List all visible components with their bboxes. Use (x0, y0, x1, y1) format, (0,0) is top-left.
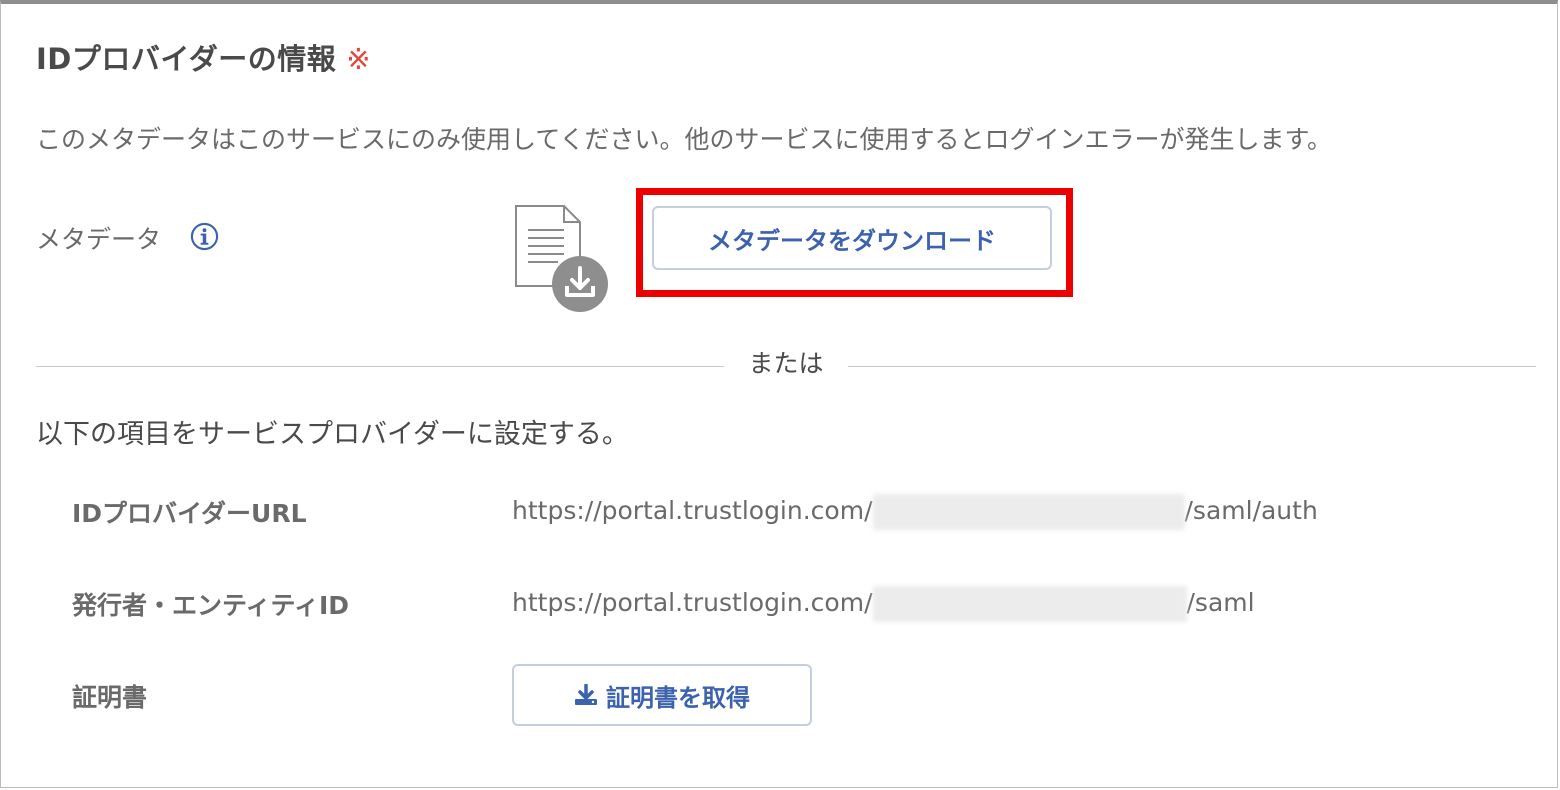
entity-id-label: 発行者・エンティティID (72, 591, 350, 620)
instructions-text: 以下の項目をサービスプロバイダーに設定する。 (36, 419, 629, 450)
or-separator: または (748, 349, 824, 378)
download-metadata-button[interactable]: メタデータをダウンロード (652, 206, 1052, 270)
entity-id-suffix: /saml (1186, 588, 1255, 617)
idp-url-value: https://portal.trustlogin.com/ /saml/auth (512, 494, 1318, 530)
get-certificate-button[interactable]: 証明書を取得 (512, 664, 812, 726)
section-title-text: IDプロバイダーの情報 (36, 42, 337, 76)
entity-id-prefix: https://portal.trustlogin.com/ (512, 588, 873, 617)
idp-url-label: IDプロバイダーURL (72, 499, 307, 528)
divider-left (36, 366, 724, 367)
idp-url-prefix: https://portal.trustlogin.com/ (512, 496, 873, 525)
divider-right (848, 366, 1536, 367)
section-title: IDプロバイダーの情報 ※ (36, 36, 371, 78)
download-icon (575, 684, 597, 705)
section-description: このメタデータはこのサービスにのみ使用してください。他のサービスに使用するとログ… (36, 125, 1333, 154)
entity-id-value: https://portal.trustlogin.com/ /saml (512, 586, 1255, 622)
certificate-label: 証明書 (72, 683, 148, 712)
redacted-segment (872, 586, 1187, 622)
metadata-label: メタデータ (36, 225, 162, 254)
idp-url-suffix: /saml/auth (1184, 496, 1318, 525)
required-mark: ※ (346, 42, 372, 76)
info-circle-icon[interactable] (190, 222, 219, 251)
get-certificate-label: 証明書を取得 (606, 683, 750, 712)
redacted-segment (872, 494, 1185, 530)
document-download-icon (515, 205, 608, 312)
